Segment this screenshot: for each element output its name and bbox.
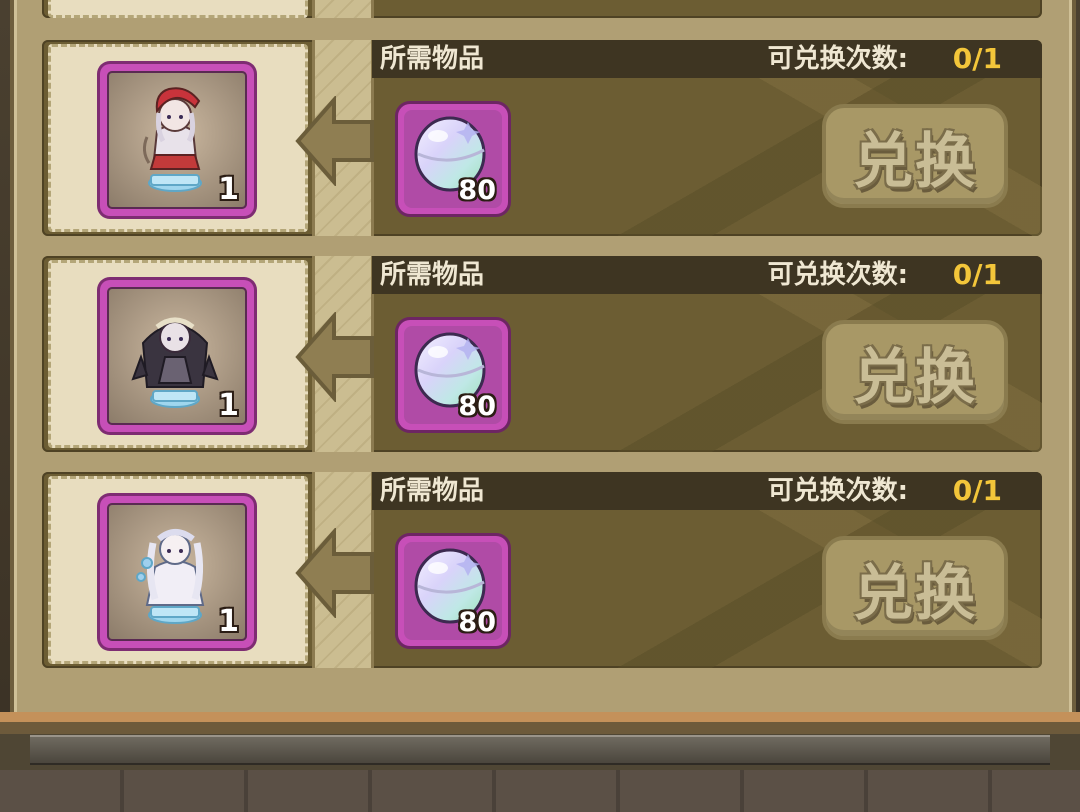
exchange-button[interactable]: 兑换 [822,320,1008,424]
cost-item-card[interactable]: 80 [398,104,508,214]
exchange-count-value: 0/1 [952,258,1002,291]
stone-floor [0,770,1080,812]
reward-item-card[interactable]: 1 [100,280,254,432]
cost-item-card[interactable]: 80 [398,320,508,430]
rainbow-orb-icon: 80 [404,326,502,424]
dark-cloak-figurine-icon: 1 [107,287,247,425]
cost-quantity: 80 [458,175,496,206]
exchange-row-2: 所需物品 可兑换次数: 0/1 1 80 兑换 [42,256,1042,452]
exchange-button-label: 兑换 [853,342,977,413]
reward-panel [48,0,308,18]
exchange-row-3: 所需物品 可兑换次数: 0/1 1 80 兑换 [42,472,1042,668]
exchange-row-partial [42,0,1042,18]
arrow-left-icon [295,96,374,186]
reward-quantity: 1 [218,388,239,423]
cost-item-card[interactable]: 80 [398,536,508,646]
exchange-button-label: 兑换 [853,558,977,629]
exchange-count-label: 可兑换次数: [767,260,908,290]
exchange-button[interactable]: 兑换 [822,536,1008,640]
red-hood-figurine-icon: 1 [107,71,247,209]
exchange-count-label: 可兑换次数: [767,476,908,506]
exchange-button[interactable]: 兑换 [822,104,1008,208]
bottom-rail [30,735,1050,765]
rainbow-orb-icon: 80 [404,110,502,208]
exchange-row-1: 所需物品 可兑换次数: 0/1 1 80 兑换 [42,40,1042,236]
reward-item-card[interactable]: 1 [100,64,254,216]
rainbow-orb-icon: 80 [404,542,502,640]
reward-item-card[interactable]: 1 [100,496,254,648]
reward-quantity: 1 [218,172,239,207]
required-items-label: 所需物品 [380,44,485,74]
white-dress-figurine-icon: 1 [107,503,247,641]
exchange-count-label: 可兑换次数: [767,44,908,74]
exchange-button-label: 兑换 [853,126,977,197]
arrow-left-icon [295,312,374,402]
exchange-count-value: 0/1 [952,42,1002,75]
reward-quantity: 1 [218,604,239,639]
row-divider [312,0,374,18]
required-items-label: 所需物品 [380,260,485,290]
exchange-count-value: 0/1 [952,474,1002,507]
cost-quantity: 80 [458,391,496,422]
required-items-label: 所需物品 [380,476,485,506]
arrow-left-icon [295,528,374,618]
cost-quantity: 80 [458,607,496,638]
